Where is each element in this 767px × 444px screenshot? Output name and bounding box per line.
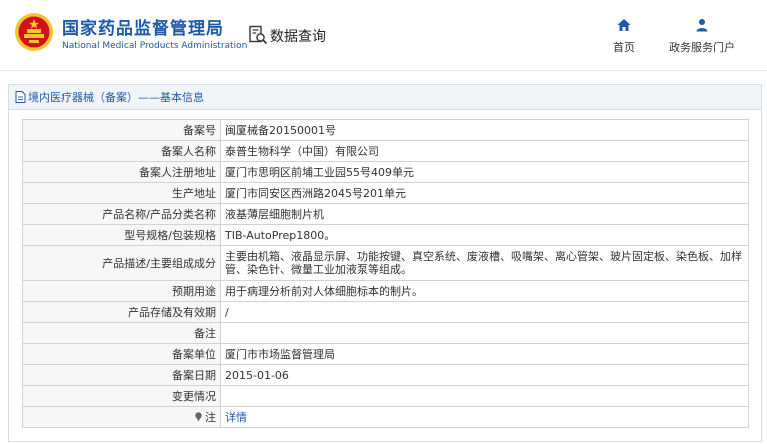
- row-label: 型号规格/包装规格: [22, 224, 221, 246]
- row-value: 主要由机箱、液晶显示屏、功能按键、真空系统、废液槽、吸嘴架、离心管架、玻片固定板…: [220, 245, 749, 281]
- table-row: 产品名称/产品分类名称 液基薄层细胞制片机: [22, 203, 749, 225]
- row-value: [220, 385, 749, 407]
- note-label-cell: 注: [22, 406, 221, 428]
- table-row: 预期用途 用于病理分析前对人体细胞标本的制片。: [22, 280, 749, 302]
- row-label: 预期用途: [22, 280, 221, 302]
- row-label: 产品存储及有效期: [22, 301, 221, 323]
- row-value: TIB-AutoPrep1800。: [220, 224, 749, 246]
- nav-home-label: 首页: [613, 41, 635, 54]
- details-link[interactable]: 详情: [225, 411, 247, 424]
- row-label: 产品名称/产品分类名称: [22, 203, 221, 225]
- info-panel: 境内医疗器械（备案）——基本信息 备案号 闽厦械备20150001号 备案人名称…: [8, 84, 762, 442]
- row-value: 厦门市市场监督管理局: [220, 343, 749, 365]
- note-label: 注: [205, 410, 216, 424]
- table-row: 型号规格/包装规格 TIB-AutoPrep1800。: [22, 224, 749, 246]
- table-row: 产品描述/主要组成成分 主要由机箱、液晶显示屏、功能按键、真空系统、废液槽、吸嘴…: [22, 245, 749, 281]
- note-value-cell: 详情: [220, 406, 749, 428]
- row-label: 备案号: [22, 119, 221, 141]
- document-icon: [15, 91, 26, 103]
- table-row: 备注: [22, 322, 749, 344]
- table-row: 生产地址 厦门市同安区西洲路2045号201单元: [22, 182, 749, 204]
- pin-icon: [195, 411, 202, 421]
- table-row: 备案号 闽厦械备20150001号: [22, 119, 749, 141]
- table-row: 备案人注册地址 厦门市思明区前埔工业园55号409单元: [22, 161, 749, 183]
- nav-services-portal[interactable]: 政务服务门户: [656, 18, 748, 55]
- row-value: 液基薄层细胞制片机: [220, 203, 749, 225]
- row-value: [220, 322, 749, 344]
- row-label: 备案日期: [22, 364, 221, 386]
- row-value: 2015-01-06: [220, 364, 749, 386]
- row-value: 用于病理分析前对人体细胞标本的制片。: [220, 280, 749, 302]
- home-icon: [617, 19, 631, 31]
- row-value: 泰普生物科学（中国）有限公司: [220, 140, 749, 162]
- row-value: /: [220, 301, 749, 323]
- user-icon: [696, 19, 708, 32]
- row-value: 厦门市思明区前埔工业园55号409单元: [220, 161, 749, 183]
- site-title: 国家药品监督管理局: [62, 19, 224, 39]
- row-value: 闽厦械备20150001号: [220, 119, 749, 141]
- table-row: 备案日期 2015-01-06: [22, 364, 749, 386]
- site-subtitle: National Medical Products Administration: [62, 41, 248, 51]
- national-emblem-logo: [15, 13, 53, 51]
- data-query-icon: [249, 25, 268, 45]
- nav-home[interactable]: 首页: [605, 18, 643, 55]
- table-row: 产品存储及有效期 /: [22, 301, 749, 323]
- nav-services-label: 政务服务门户: [669, 41, 735, 54]
- table-row: 备案人名称 泰普生物科学（中国）有限公司: [22, 140, 749, 162]
- table-row: 备案单位 厦门市市场监督管理局: [22, 343, 749, 365]
- row-label: 产品描述/主要组成成分: [22, 245, 221, 281]
- panel-header: 境内医疗器械（备案）——基本信息: [9, 85, 761, 110]
- table-row: 变更情况: [22, 385, 749, 407]
- row-label: 备案人名称: [22, 140, 221, 162]
- panel-title: 境内医疗器械（备案）——基本信息: [28, 91, 204, 104]
- site-header: 国家药品监督管理局 National Medical Products Admi…: [0, 0, 767, 71]
- row-label: 变更情况: [22, 385, 221, 407]
- row-label: 备案人注册地址: [22, 161, 221, 183]
- row-label: 备案单位: [22, 343, 221, 365]
- row-label: 生产地址: [22, 182, 221, 204]
- table-row-note: 注 详情: [22, 406, 749, 428]
- record-table: 备案号 闽厦械备20150001号 备案人名称 泰普生物科学（中国）有限公司 备…: [22, 119, 749, 428]
- data-query-label: 数据查询: [270, 29, 326, 45]
- row-label: 备注: [22, 322, 221, 344]
- row-value: 厦门市同安区西洲路2045号201单元: [220, 182, 749, 204]
